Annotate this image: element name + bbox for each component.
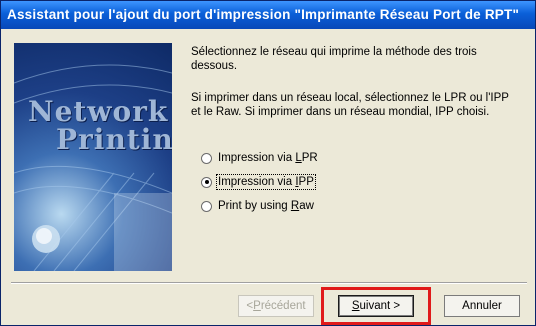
cancel-button[interactable]: Annuler bbox=[444, 295, 520, 317]
option-lpr[interactable]: Impression via LPR bbox=[201, 150, 318, 166]
option-raw[interactable]: Print by using Raw bbox=[201, 198, 314, 214]
description-network-types: Si imprimer dans un réseau local, sélect… bbox=[191, 92, 509, 118]
next-button[interactable]: Suivant > bbox=[338, 295, 414, 317]
banner-text-printing: Printing bbox=[56, 123, 172, 156]
option-ipp-label: Impression via IPP bbox=[216, 174, 316, 190]
wizard-window: Assistant pour l'ajout du port d'impress… bbox=[0, 0, 536, 326]
network-printing-banner: Network Printing bbox=[14, 43, 172, 271]
separator bbox=[11, 282, 527, 284]
back-button[interactable]: < Précédent bbox=[238, 295, 314, 317]
option-lpr-label: Impression via LPR bbox=[218, 152, 318, 164]
option-ipp[interactable]: Impression via IPP bbox=[201, 174, 316, 190]
description-select-network: Sélectionnez le réseau qui imprime la mé… bbox=[191, 46, 477, 72]
banner-graphic bbox=[14, 64, 172, 271]
radio-button-ipp[interactable] bbox=[201, 176, 212, 188]
radio-button-lpr[interactable] bbox=[201, 152, 212, 164]
radio-button-raw[interactable] bbox=[201, 200, 212, 212]
option-raw-label: Print by using Raw bbox=[218, 200, 314, 212]
window-title: Assistant pour l'ajout du port d'impress… bbox=[1, 1, 535, 29]
